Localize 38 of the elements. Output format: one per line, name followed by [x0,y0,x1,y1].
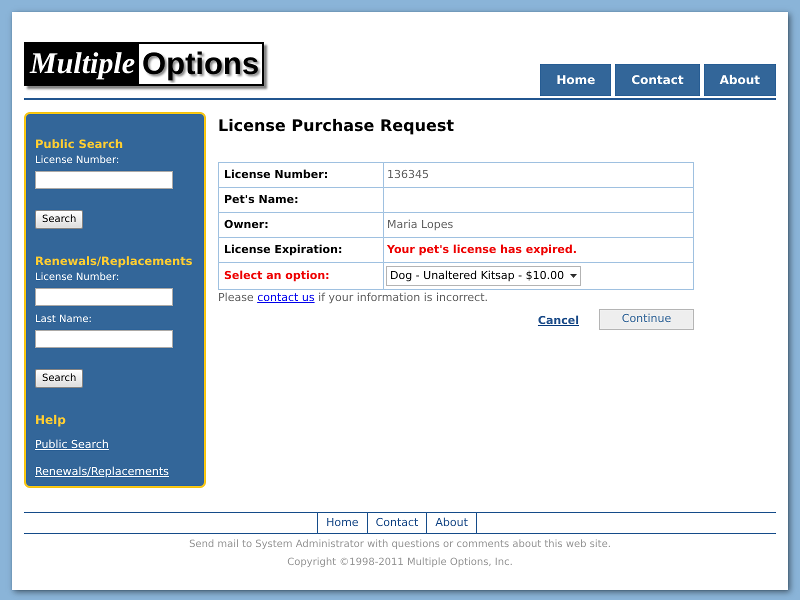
footer-link[interactable]: Contact [368,513,428,533]
row-label: License Number: [218,162,384,188]
row-value[interactable]: Dog - Unaltered Kitsap - $10.00 [384,262,694,290]
row-label: Select an option: [218,262,384,290]
text-field[interactable] [35,288,173,306]
value-text: Maria Lopes [386,218,454,231]
footer-text: Send mail to System Administrator with questions or comments about this web site. [188,538,612,552]
section-heading: Public Search [35,136,124,152]
search-button[interactable]: Search [35,210,84,229]
text-field[interactable] [35,171,173,189]
nav-tab[interactable]: Contact [615,64,700,96]
help-link[interactable]: Renewals/Replacements [35,465,169,478]
error-message: Your pet's license has expired. [386,242,578,256]
field-label: License Number: [35,154,120,168]
footer-text: Copyright ©1998-2011 Multiple Options, Inc. [286,556,514,570]
row-label: Pet's Name: [218,188,384,212]
footer-link[interactable]: Home [318,513,368,533]
help-link[interactable]: Public Search [35,438,109,451]
option-dropdown[interactable]: Dog - Unaltered Kitsap - $10.00 [386,266,582,286]
field-label: Last Name: [35,313,93,327]
caret-icon [570,274,578,278]
logo: Multiple Options [24,42,264,86]
section-heading: Renewals/Replacements [35,253,194,269]
value-text: 136345 [386,168,430,181]
field-label: License Number: [35,271,120,285]
row-label: License Expiration: [218,238,384,262]
footer-link[interactable]: About [427,513,477,533]
cancel-link[interactable]: Cancel [538,312,579,330]
help-note: Please contact us if your information is incorrect. [218,290,490,306]
page-title: License Purchase Request [218,115,456,137]
row-label: Owner: [218,212,384,238]
text-field[interactable] [35,330,173,348]
continue-button[interactable]: Continue [599,308,694,330]
section-heading: Help [35,412,67,428]
nav-tab[interactable]: Home [540,64,612,96]
search-button[interactable]: Search [35,369,84,388]
contact-link[interactable]: contact us [257,291,315,304]
nav-tab[interactable]: About [704,64,776,96]
